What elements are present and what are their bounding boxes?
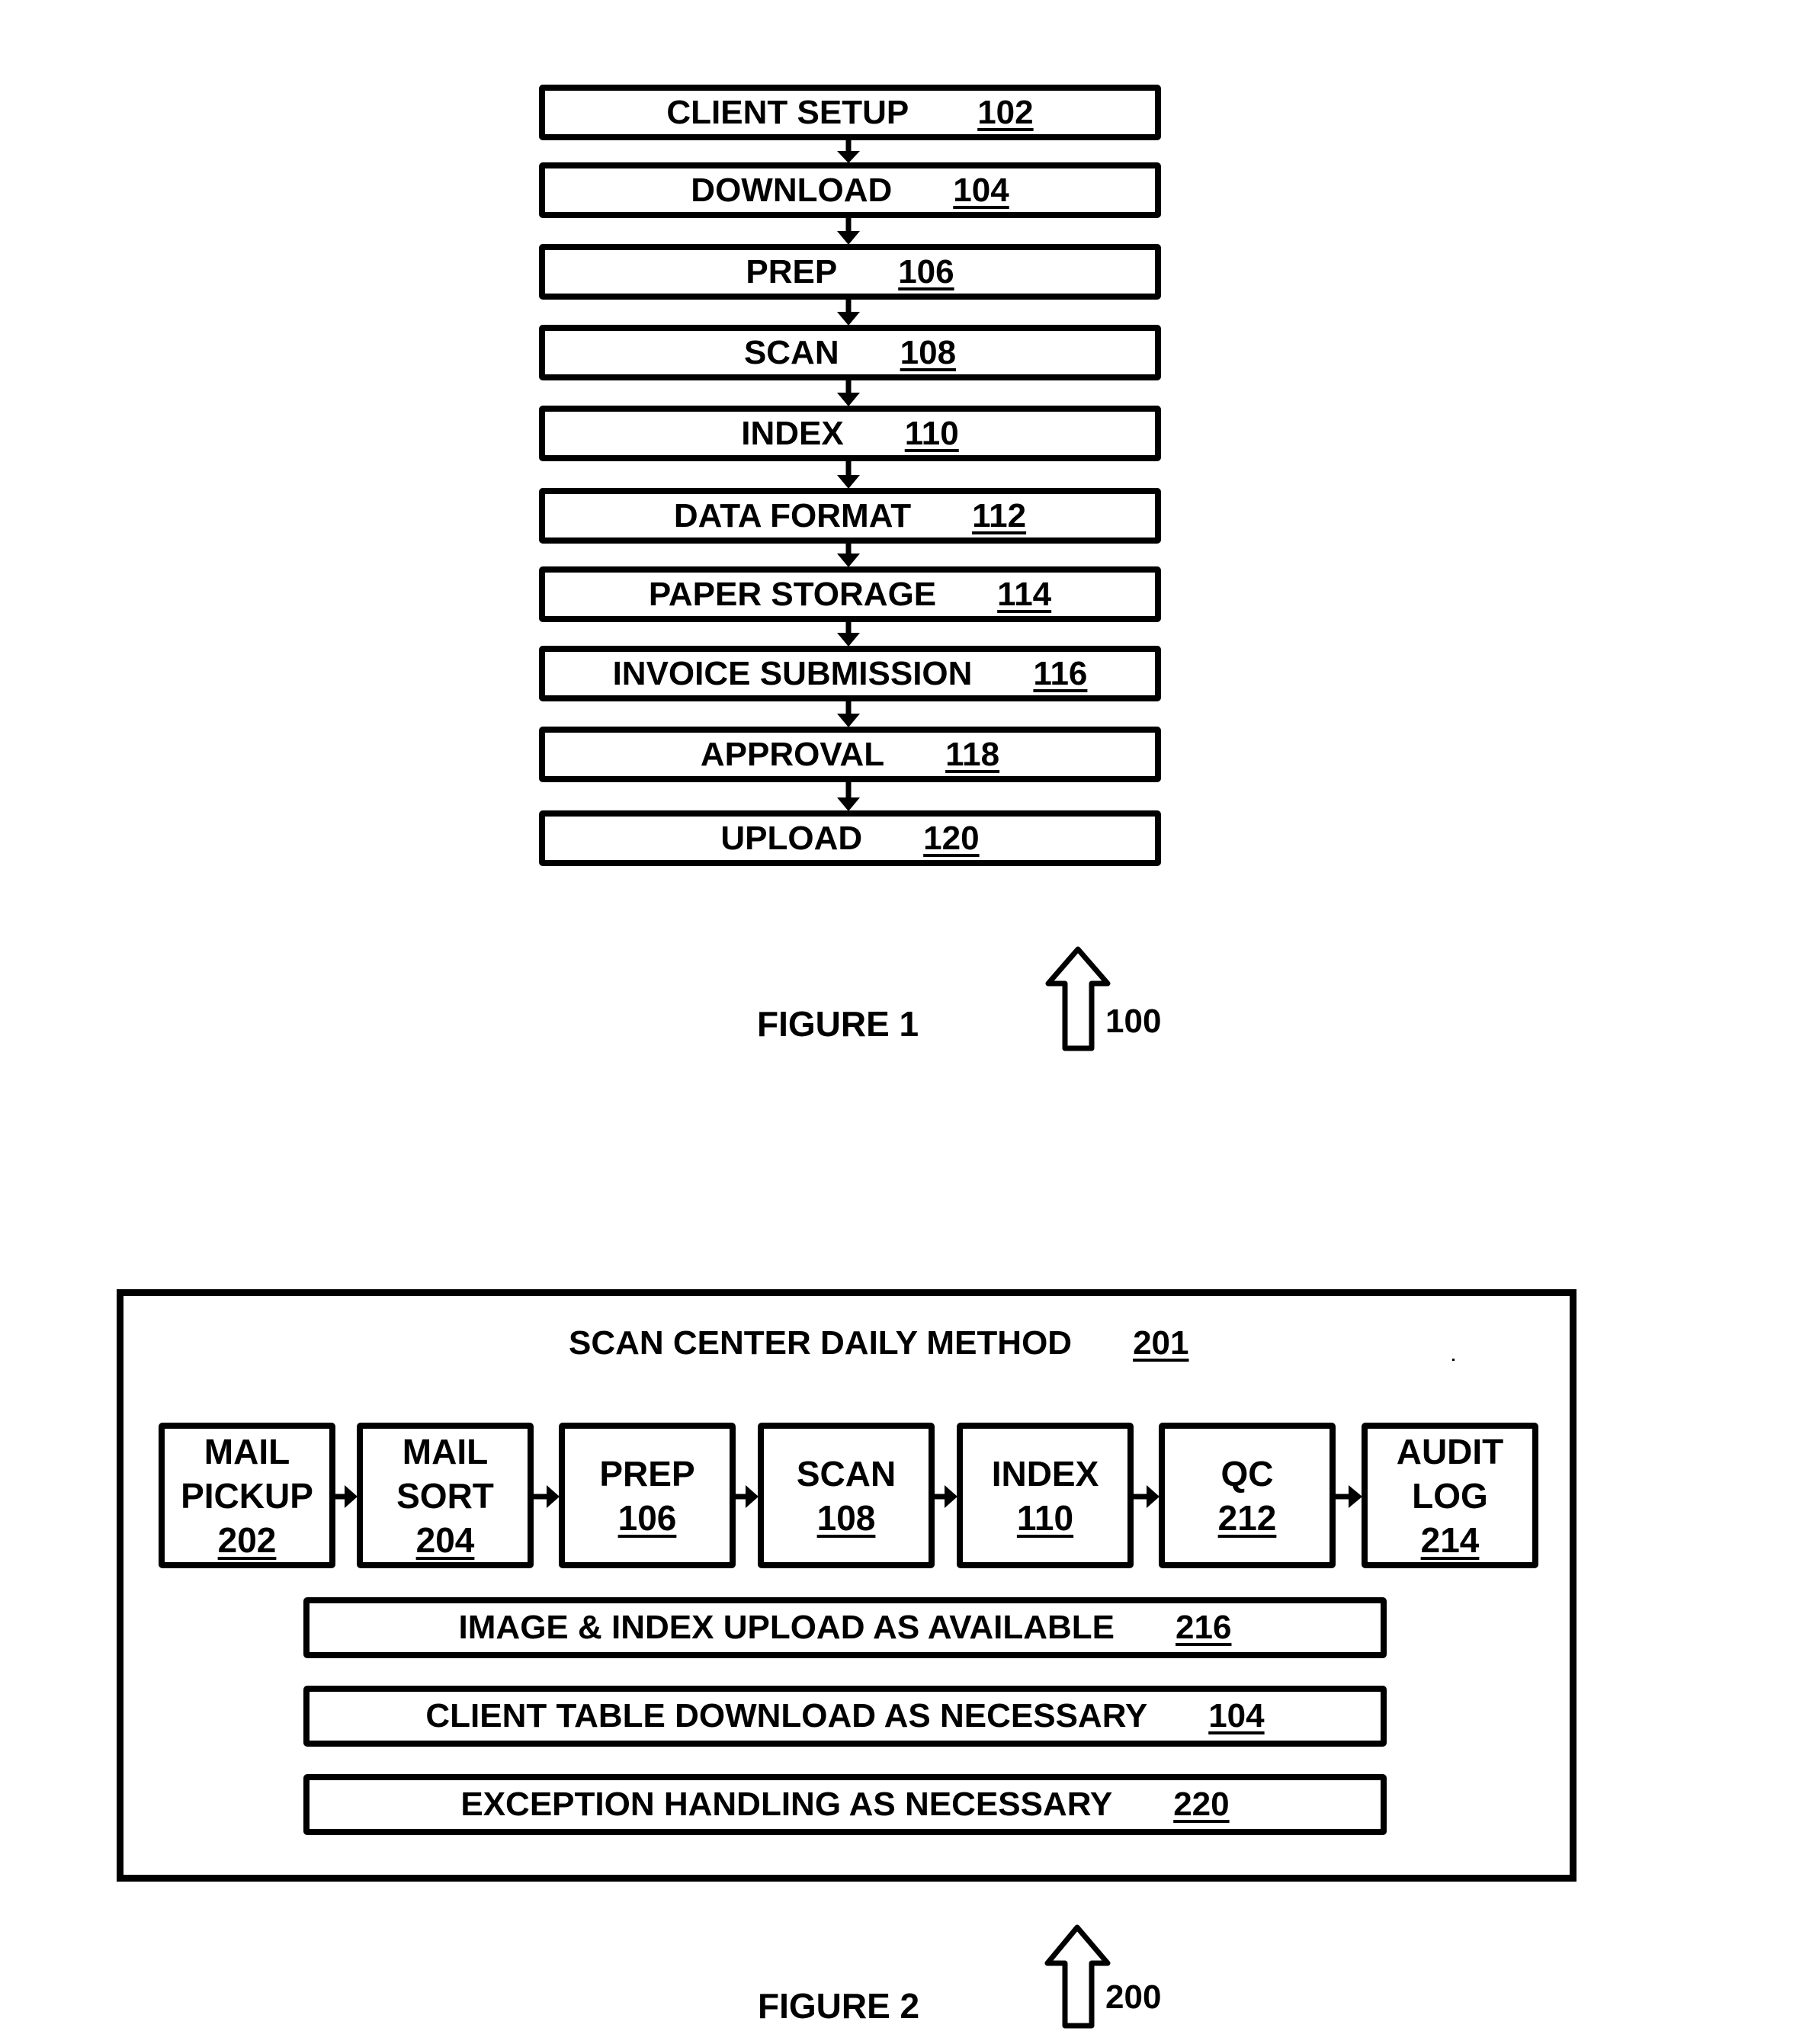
right-arrow-icon — [935, 1485, 957, 1508]
figure-2-connectors — [333, 1485, 1362, 2029]
up-arrow-icon — [1044, 1924, 1111, 2029]
right-arrow-icon — [736, 1485, 759, 1508]
right-arrow-icon — [534, 1485, 560, 1508]
right-arrow-icon — [1134, 1485, 1160, 1508]
figure-2-caption: FIGURE 2 — [758, 1986, 920, 2026]
right-arrow-icon — [1336, 1485, 1362, 1508]
figure-2-ref: 200 — [1105, 1978, 1162, 2016]
right-arrow-icon — [333, 1485, 358, 1508]
